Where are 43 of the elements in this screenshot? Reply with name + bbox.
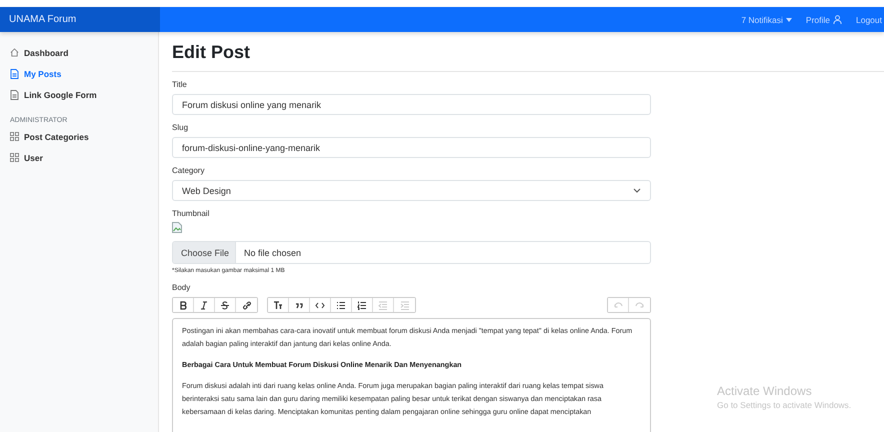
indent-icon (400, 300, 410, 310)
link-icon (242, 300, 252, 310)
code-icon (315, 300, 325, 310)
brand-name[interactable]: UNAMA Forum (0, 7, 160, 32)
page-title: Edit Post (172, 42, 884, 72)
bold-icon (178, 300, 188, 310)
grid-icon (10, 132, 19, 141)
house-icon (10, 48, 19, 57)
quote-icon (294, 300, 304, 310)
chevron-down-icon (633, 188, 641, 193)
redo-icon (634, 300, 644, 310)
field-label: Body (172, 283, 192, 292)
undo-icon (613, 300, 623, 310)
document-icon (10, 90, 19, 100)
body-editor[interactable] (172, 318, 651, 432)
outdent-icon (378, 300, 388, 310)
italic-icon (199, 300, 209, 310)
sidebar-item[interactable]: Dashboard (10, 42, 159, 63)
heading-icon (273, 300, 283, 310)
document-icon (10, 68, 19, 78)
title-input[interactable]: Forum diskusi online yang menarik (172, 94, 651, 115)
grid-icon (10, 153, 19, 162)
activation-notice-title: Activate Windows (717, 384, 813, 398)
sidebar-item[interactable]: My Posts (10, 63, 159, 84)
field-label: Title (172, 80, 188, 89)
numbers-icon (357, 300, 367, 310)
activation-notice-text: Go to Settings to activate Windows. (717, 400, 852, 410)
slug-input[interactable]: forum-diskusi-online-yang-menarik (172, 137, 651, 158)
broken-image-icon (172, 222, 182, 233)
sidebar-item[interactable]: User (10, 147, 159, 168)
heading-button[interactable] (268, 298, 289, 312)
field-label: Thumbnail (172, 209, 210, 218)
caret-icon (786, 18, 792, 22)
file-input[interactable]: Choose File No file chosen (172, 241, 651, 264)
bullets-icon (336, 300, 346, 310)
bold-button[interactable] (173, 298, 194, 312)
sidebar-item[interactable]: Link Google Form (10, 84, 159, 105)
sidebar-item[interactable]: Post Categories (10, 126, 159, 147)
field-label: Category (172, 166, 206, 175)
field-label: Slug (172, 123, 190, 132)
person-icon (833, 15, 842, 24)
category-select[interactable]: Web Design (172, 180, 651, 201)
strike-icon (220, 300, 230, 310)
